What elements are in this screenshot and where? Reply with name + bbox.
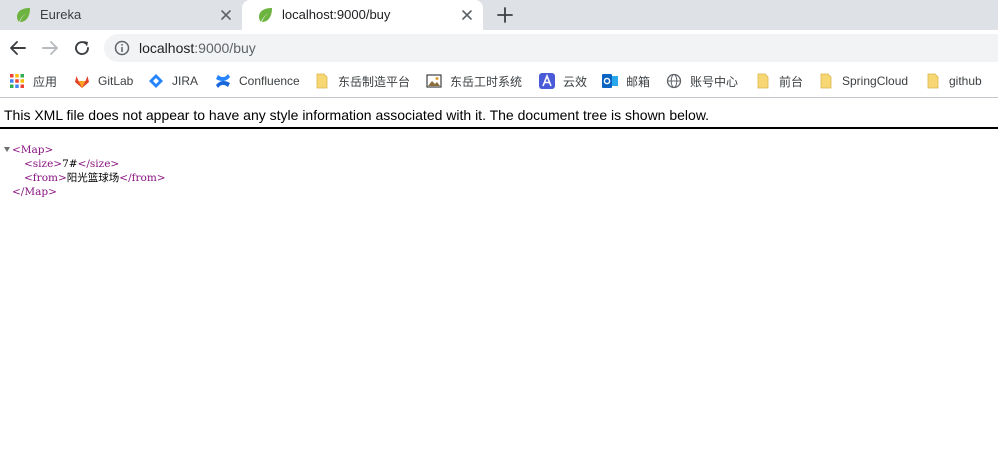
folder-icon	[820, 73, 832, 89]
xml-tag: </Map>	[12, 186, 57, 198]
bookmarks-bar: 应用 GitLab JIRA Confluence 东岳制造平台 东岳工时系统 …	[0, 66, 998, 98]
tab-title: Eureka	[40, 7, 82, 22]
yunxiao-icon	[539, 73, 555, 89]
url-path: :9000/buy	[194, 40, 256, 56]
xml-size-value: 7#	[62, 158, 78, 170]
tab-title: localhost:9000/buy	[282, 7, 391, 22]
notice-divider	[0, 127, 998, 129]
tab-localhost-buy[interactable]: localhost:9000/buy	[242, 0, 483, 30]
bookmark-frontdesk[interactable]: 前台	[755, 71, 803, 91]
bookmark-label: github	[949, 74, 982, 88]
bookmark-yunxiao[interactable]: 云效	[539, 71, 587, 91]
image-icon	[426, 74, 442, 88]
close-icon[interactable]	[218, 7, 234, 23]
bookmark-github[interactable]: github	[925, 71, 982, 91]
bookmark-label: 应用	[33, 74, 58, 89]
globe-icon	[666, 73, 682, 89]
xml-from-line: <from>阳光篮球场</from>	[4, 171, 166, 185]
bookmark-label: GitLab	[98, 74, 134, 88]
xml-tag: </from>	[119, 172, 166, 184]
forward-arrow-icon[interactable]	[40, 38, 60, 58]
xml-tag: <size>	[24, 158, 63, 170]
xml-style-notice: This XML file does not appear to have an…	[4, 107, 710, 123]
bookmark-springcloud[interactable]: SpringCloud	[818, 71, 908, 91]
bookmark-label: 东岳工时系统	[450, 74, 523, 89]
xml-root-open-line: <Map>	[4, 143, 166, 157]
bookmark-confluence[interactable]: Confluence	[215, 71, 300, 91]
back-arrow-icon[interactable]	[8, 38, 28, 58]
folder-icon	[927, 73, 939, 89]
collapse-triangle-icon[interactable]	[4, 147, 10, 152]
reload-icon[interactable]	[72, 38, 92, 58]
bookmark-label: 前台	[779, 74, 804, 89]
folder-icon	[757, 73, 769, 89]
bookmark-apps[interactable]: 应用	[9, 71, 57, 91]
bookmark-label: 账号中心	[690, 74, 739, 89]
folder-icon	[316, 73, 328, 89]
xml-root-close-line: </Map>	[4, 185, 166, 199]
tab-strip: Eureka localhost:9000/buy	[0, 0, 998, 30]
bookmark-label: 云效	[563, 74, 588, 89]
url-host: localhost	[139, 40, 195, 56]
jira-icon	[149, 74, 163, 88]
bookmark-label: 东岳制造平台	[338, 74, 411, 89]
xml-from-value: 阳光篮球场	[66, 172, 120, 184]
xml-tree: <Map> <size>7#</size> <from>阳光篮球场</from>…	[4, 143, 166, 199]
bookmark-label: Confluence	[239, 74, 300, 88]
address-bar[interactable]: localhost:9000/buy	[104, 34, 998, 62]
bookmark-label: SpringCloud	[842, 74, 909, 88]
xml-tag: <Map>	[12, 144, 54, 156]
xml-size-line: <size>7#</size>	[4, 157, 166, 171]
bookmark-label: JIRA	[172, 74, 199, 88]
bookmark-dongyue-hours[interactable]: 东岳工时系统	[426, 71, 522, 91]
spring-leaf-icon	[259, 8, 272, 22]
outlook-icon	[602, 74, 618, 88]
bookmark-mailbox[interactable]: 邮箱	[602, 71, 650, 91]
bookmark-dongyue-manufacturing[interactable]: 东岳制造平台	[314, 71, 410, 91]
bookmark-account-center[interactable]: 账号中心	[666, 71, 738, 91]
xml-tag: <from>	[24, 172, 67, 184]
xml-tag: </size>	[77, 158, 120, 170]
bookmark-label: 邮箱	[626, 74, 651, 89]
confluence-icon	[216, 74, 230, 88]
url-text: localhost:9000/buy	[139, 40, 256, 56]
bookmark-gitlab[interactable]: GitLab	[74, 71, 133, 91]
apps-grid-icon	[10, 74, 24, 88]
spring-leaf-icon	[17, 8, 30, 22]
gitlab-icon	[75, 76, 89, 88]
info-icon[interactable]	[114, 40, 130, 56]
bookmark-jira[interactable]: JIRA	[148, 71, 198, 91]
tab-eureka[interactable]: Eureka	[0, 0, 242, 30]
close-icon[interactable]	[459, 7, 475, 23]
new-tab-plus-icon[interactable]	[495, 5, 515, 25]
